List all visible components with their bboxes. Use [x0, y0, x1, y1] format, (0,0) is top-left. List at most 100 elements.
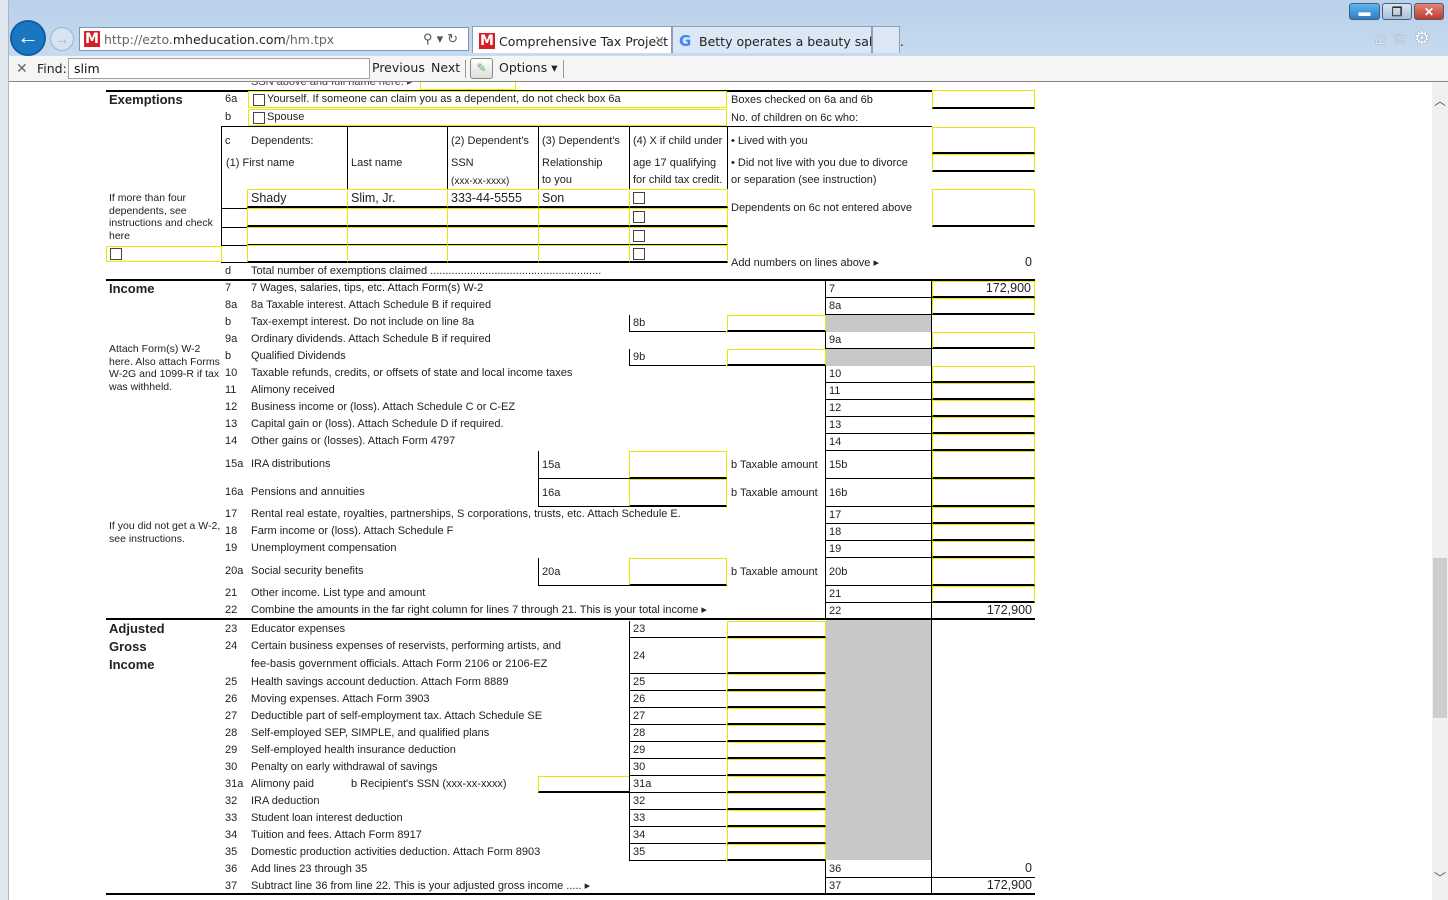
- amount-field-20a[interactable]: [629, 558, 727, 586]
- forward-button[interactable]: →: [50, 27, 74, 51]
- dependent-ssn[interactable]: [447, 208, 539, 227]
- line-label: Farm income or (loss). Attach Schedule F: [251, 525, 454, 537]
- amount-field-9a[interactable]: [932, 332, 1035, 349]
- scroll-down-icon[interactable]: ﹀: [1432, 869, 1448, 886]
- checkbox-spouse[interactable]: [253, 112, 265, 124]
- dependent-last-name[interactable]: [347, 208, 448, 227]
- child-credit-checkbox[interactable]: [633, 211, 645, 223]
- amount-field-8a[interactable]: [932, 298, 1035, 315]
- highlight-button[interactable]: ✎: [470, 58, 493, 79]
- close-find-icon[interactable]: ✕: [16, 60, 28, 77]
- amount-field-30[interactable]: [727, 759, 826, 776]
- box-label: 9b: [633, 351, 646, 363]
- more-than-four-checkbox[interactable]: [110, 248, 122, 260]
- close-tab-icon[interactable]: ✕: [654, 33, 665, 49]
- minimize-button[interactable]: ▬: [1349, 3, 1380, 20]
- back-button[interactable]: ←: [10, 20, 46, 56]
- child-credit-checkbox[interactable]: [633, 248, 645, 260]
- amount-field-26[interactable]: [727, 691, 826, 708]
- cutoff-field[interactable]: [420, 82, 516, 90]
- amount-field-10[interactable]: [932, 366, 1035, 383]
- amount-field-12[interactable]: [932, 400, 1035, 417]
- amount-field-8b[interactable]: [727, 315, 826, 332]
- amount-field-32[interactable]: [727, 793, 826, 810]
- amount-field-16a[interactable]: [629, 479, 727, 507]
- child-credit-checkbox[interactable]: [633, 192, 645, 204]
- boxes-checked-field[interactable]: [932, 90, 1035, 109]
- amount-field-19[interactable]: [932, 541, 1035, 558]
- amount-field-27[interactable]: [727, 708, 826, 725]
- dependent-ssn[interactable]: [447, 227, 539, 246]
- amount-field-20b[interactable]: [932, 558, 1035, 586]
- home-icon[interactable]: ⌂: [1375, 28, 1392, 48]
- did-not-live-field[interactable]: [932, 154, 1035, 172]
- amount-field-33[interactable]: [727, 810, 826, 827]
- restore-button[interactable]: ❐: [1382, 3, 1412, 20]
- amount-field-28[interactable]: [727, 725, 826, 742]
- amount-field-34[interactable]: [727, 827, 826, 844]
- dependent-first-name[interactable]: Shady: [247, 189, 348, 208]
- dependent-last-name[interactable]: [347, 227, 448, 246]
- line-number: 9a: [225, 333, 238, 345]
- favorites-star-icon[interactable]: ☆: [1392, 28, 1414, 48]
- dependent-relationship[interactable]: [538, 208, 630, 227]
- dependent-first-name[interactable]: [247, 208, 348, 227]
- amount-field-31a[interactable]: [727, 776, 826, 793]
- amount-field-21[interactable]: [932, 586, 1035, 603]
- line-number: c: [225, 135, 231, 147]
- options-dropdown[interactable]: Options ▾: [499, 60, 557, 75]
- search-icon[interactable]: ⚲: [423, 31, 437, 46]
- amount-field-14[interactable]: [932, 434, 1035, 451]
- line-label: Add lines 23 through 35: [251, 863, 368, 875]
- amount-field-29[interactable]: [727, 742, 826, 759]
- amount-field-23[interactable]: [727, 621, 826, 638]
- dependent-last-name[interactable]: [347, 245, 448, 263]
- dependents-not-entered-field[interactable]: [932, 189, 1035, 227]
- amount-field-15a[interactable]: [629, 451, 727, 479]
- recipient-ssn-field[interactable]: [538, 776, 630, 793]
- dependent-relationship[interactable]: Son: [538, 189, 630, 208]
- line-label: Rental real estate, royalties, partnersh…: [251, 508, 681, 520]
- lived-with-field[interactable]: [932, 127, 1035, 154]
- scrollbar-thumb[interactable]: [1433, 558, 1447, 718]
- find-previous-button[interactable]: Previous: [372, 60, 425, 75]
- settings-gear-icon[interactable]: ⚙: [1414, 28, 1436, 48]
- amount-field-24[interactable]: [727, 638, 826, 674]
- amount-field-7[interactable]: 172,900: [932, 281, 1035, 298]
- address-bar[interactable]: M http://ezto.mheducation.com/hm.tpx ⚲▾↻: [79, 27, 469, 51]
- dependent-relationship[interactable]: [538, 245, 630, 263]
- dependent-relationship[interactable]: [538, 227, 630, 246]
- amount-field-13[interactable]: [932, 417, 1035, 434]
- checkbox-yourself[interactable]: [253, 94, 265, 106]
- dependent-last-name[interactable]: Slim, Jr.: [347, 189, 448, 208]
- amount-field-9b[interactable]: [727, 349, 826, 366]
- line-number: 21: [225, 587, 238, 599]
- close-window-button[interactable]: ✕: [1414, 3, 1444, 20]
- amount-field-25[interactable]: [727, 674, 826, 691]
- find-next-button[interactable]: Next: [431, 60, 460, 75]
- dependent-ssn[interactable]: [447, 245, 539, 263]
- tab-betty-beauty-salon[interactable]: G Betty operates a beauty salon ...: [672, 26, 904, 53]
- find-input[interactable]: [68, 58, 370, 79]
- box-label: 37: [829, 880, 842, 892]
- dependent-ssn[interactable]: 333-44-5555: [447, 189, 539, 208]
- url-text[interactable]: http://ezto.mheducation.com/hm.tpx: [104, 32, 334, 47]
- amount-field-17[interactable]: [932, 507, 1035, 524]
- dependent-first-name[interactable]: [247, 245, 348, 263]
- recipient-ssn-label: b Recipient's SSN (xxx-xx-xxxx): [351, 778, 507, 790]
- amount-field-16b[interactable]: [932, 479, 1035, 507]
- tab-comprehensive-tax-project[interactable]: M Comprehensive Tax Project ✕: [472, 26, 672, 53]
- vertical-scrollbar[interactable]: ︿ ﹀: [1432, 82, 1448, 900]
- line-number: 35: [225, 846, 238, 858]
- amount-field-11[interactable]: [932, 383, 1035, 400]
- dependent-first-name[interactable]: [247, 227, 348, 246]
- dropdown-icon[interactable]: ▾: [437, 31, 448, 46]
- child-credit-checkbox[interactable]: [633, 230, 645, 242]
- amount-field-15b[interactable]: [932, 451, 1035, 479]
- new-tab-button[interactable]: [872, 26, 900, 53]
- refresh-icon[interactable]: ↻: [447, 31, 462, 46]
- scroll-up-icon[interactable]: ︿: [1432, 92, 1448, 109]
- amount-field-18[interactable]: [932, 524, 1035, 541]
- amount-field-35[interactable]: [727, 844, 826, 861]
- box-label: 13: [829, 419, 842, 431]
